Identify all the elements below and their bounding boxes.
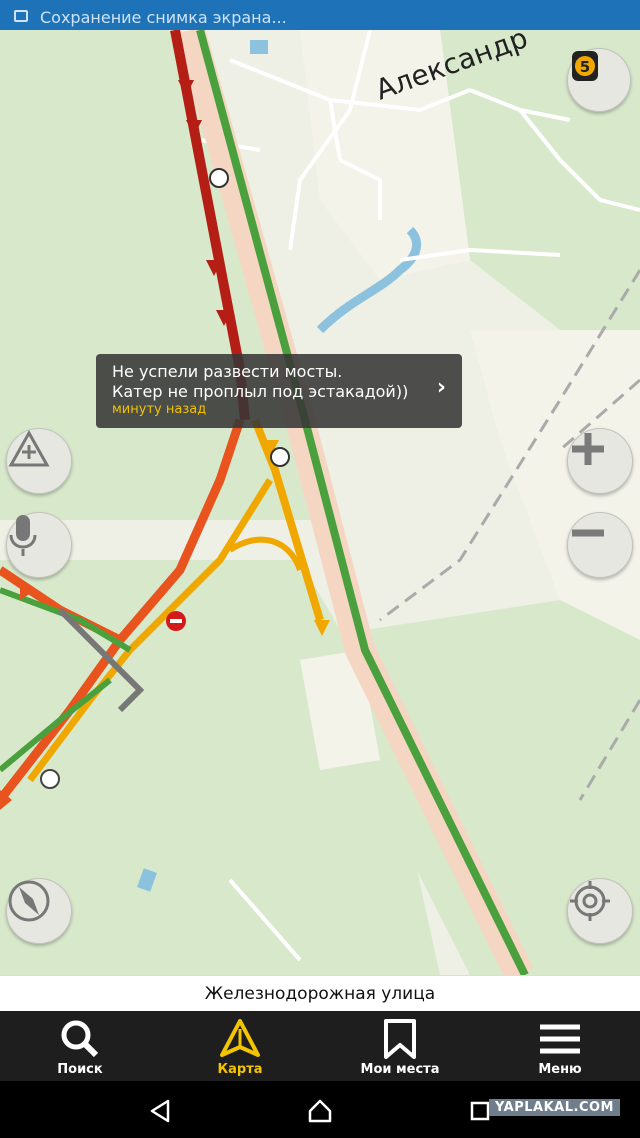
screenshot-icon: [14, 10, 28, 22]
tab-menu-label: Меню: [538, 1062, 582, 1077]
event-text-line2: Катер не проплыл под эстакадой)): [112, 382, 409, 401]
event-time: минуту назад: [112, 402, 207, 417]
locate-icon: [570, 881, 610, 921]
map-arrow-icon: [220, 1019, 260, 1057]
bottom-tab-bar: Поиск Карта Мои места Меню: [0, 1011, 640, 1081]
zoom-in-button[interactable]: [567, 428, 633, 494]
status-bar: Сохранение снимка экрана...: [0, 0, 640, 30]
chevron-right-icon: ›: [436, 375, 446, 400]
my-location-button[interactable]: [567, 878, 633, 944]
traffic-light-icon: 5: [572, 51, 598, 81]
tab-map-label: Карта: [217, 1062, 263, 1077]
tab-menu[interactable]: Меню: [480, 1011, 640, 1081]
tab-my-places-label: Мои места: [360, 1062, 440, 1077]
plus-icon: [572, 433, 604, 465]
tab-map[interactable]: Карта: [160, 1011, 320, 1081]
back-icon[interactable]: [148, 1099, 172, 1123]
zoom-out-button[interactable]: [567, 512, 633, 578]
home-icon[interactable]: [308, 1099, 332, 1123]
system-navigation-bar: YAPLAKAL.COM: [0, 1081, 640, 1138]
search-icon: [61, 1020, 99, 1058]
street-name-bar: Железнодорожная улица: [0, 975, 640, 1012]
add-event-button[interactable]: [6, 428, 72, 494]
map-view[interactable]: Александр 5: [0, 30, 640, 975]
compass-button[interactable]: [6, 878, 72, 944]
event-text-line1: Не успели развести мосты.: [112, 362, 343, 381]
tab-my-places[interactable]: Мои места: [320, 1011, 480, 1081]
minus-icon: [572, 529, 604, 537]
microphone-icon: [9, 515, 37, 556]
tab-search-label: Поиск: [57, 1062, 103, 1077]
bookmark-icon: [384, 1019, 416, 1059]
status-text: Сохранение снимка экрана...: [40, 8, 287, 27]
add-road-event-icon: [8, 429, 50, 467]
tab-search[interactable]: Поиск: [0, 1011, 160, 1081]
watermark: YAPLAKAL.COM: [489, 1099, 620, 1116]
traffic-score: 5: [580, 58, 590, 76]
voice-search-button[interactable]: [6, 512, 72, 578]
compass-icon: [8, 880, 50, 922]
map-canvas[interactable]: Александр: [0, 30, 640, 975]
recent-apps-icon[interactable]: [470, 1101, 490, 1121]
menu-icon: [540, 1024, 580, 1054]
traffic-button[interactable]: 5: [567, 48, 631, 112]
road-event-tooltip[interactable]: Не успели развести мосты. Катер не пропл…: [96, 354, 462, 428]
